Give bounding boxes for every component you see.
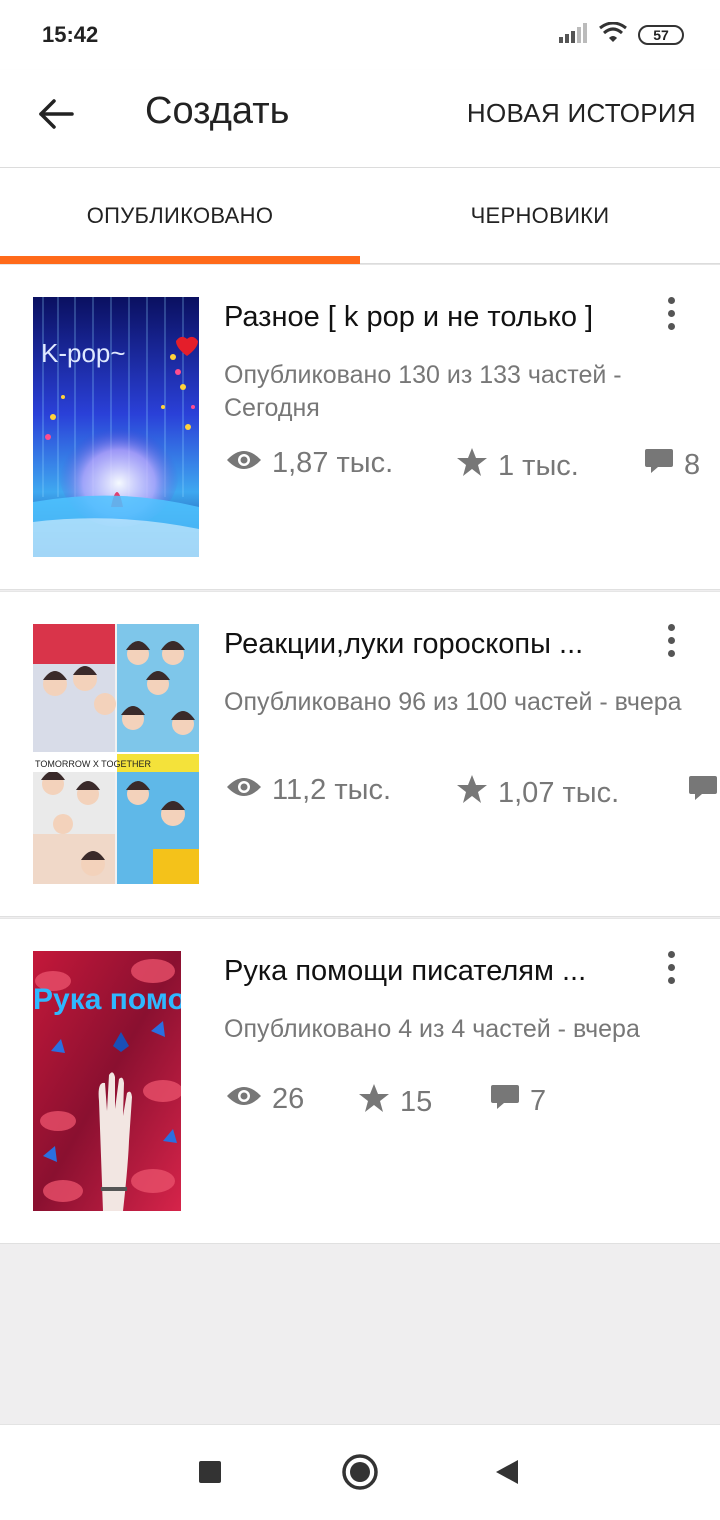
stars-stat: 1 тыс.: [456, 447, 579, 483]
more-options-button[interactable]: [656, 620, 686, 660]
status-time: 15:42: [42, 22, 99, 47]
comment-icon: [490, 1083, 520, 1119]
recent-apps-icon: [198, 1460, 222, 1489]
stars-count: 15: [400, 1085, 433, 1118]
cover-text: K-pop~: [41, 338, 126, 368]
eye-icon: [226, 1083, 262, 1116]
views-stat: 1,87 тыс.: [226, 447, 393, 480]
wifi-icon: [598, 21, 628, 49]
story-list: K-pop~ Разное [ k pop и не только ] Опуб…: [0, 264, 720, 1245]
star-icon: [456, 774, 488, 810]
tab-published[interactable]: ОПУБЛИКОВАНО: [0, 168, 360, 264]
story-card[interactable]: K-pop~ Разное [ k pop и не только ] Опуб…: [0, 264, 720, 590]
story-card[interactable]: TOMORROW X TOGETHER Реакции,луки гороско…: [0, 591, 720, 917]
more-vert-icon: [667, 296, 675, 304]
story-status: Опубликовано 130 из 133 частей - Сегодня: [224, 361, 622, 422]
cover-text: TOMORROW X TOGETHER: [35, 759, 152, 769]
more-vert-icon: [667, 623, 675, 631]
story-status: Опубликовано 96 из 100 частей - вчера: [224, 688, 682, 716]
more-options-button[interactable]: [656, 293, 686, 333]
home-button[interactable]: [335, 1449, 385, 1499]
views-stat: 11,2 тыс.: [226, 774, 391, 807]
back-button[interactable]: [28, 88, 84, 144]
new-story-button[interactable]: НОВАЯ ИСТОРИЯ: [467, 98, 696, 129]
status-icons: 57: [558, 21, 684, 49]
system-nav-bar: [0, 1424, 720, 1520]
story-cover[interactable]: Рука помощи: [33, 951, 181, 1211]
stars-count: 1,07 тыс.: [498, 776, 620, 809]
story-cover[interactable]: K-pop~: [33, 297, 199, 557]
stars-count: 1 тыс.: [498, 449, 579, 482]
views-count: 26: [272, 1083, 305, 1115]
story-stats: 1,87 тыс. 1 тыс. 8: [224, 447, 720, 483]
more-options-button[interactable]: [656, 947, 686, 987]
page-title: Создать: [145, 90, 290, 132]
star-icon: [358, 1083, 390, 1119]
story-title[interactable]: Разное [ k pop и не только ]: [224, 301, 634, 334]
comments-count: 8: [684, 448, 701, 481]
comments-stat: [688, 774, 720, 810]
views-stat: 26: [226, 1083, 304, 1116]
system-back-button[interactable]: [482, 1449, 532, 1499]
comment-icon: [688, 774, 718, 810]
stars-stat: 1,07 тыс.: [456, 774, 619, 810]
star-icon: [456, 447, 488, 483]
comments-count: 7: [530, 1084, 547, 1117]
comment-icon: [644, 447, 674, 483]
story-title[interactable]: Рука помощи писателям ...: [224, 955, 634, 988]
story-status: Опубликовано 4 из 4 частей - вчера: [224, 1015, 640, 1043]
eye-icon: [226, 774, 262, 807]
eye-icon: [226, 447, 262, 480]
cover-text: Рука помощи: [33, 983, 181, 1016]
home-icon: [341, 1453, 379, 1496]
signal-icon: [558, 22, 588, 48]
views-count: 1,87 тыс.: [272, 447, 394, 479]
back-triangle-icon: [494, 1458, 520, 1491]
battery-icon: 57: [638, 25, 684, 45]
story-stats: 26 15 7: [224, 1083, 720, 1119]
app-bar: Создать НОВАЯ ИСТОРИЯ: [0, 70, 720, 168]
arrow-back-icon: [38, 98, 74, 135]
tab-drafts[interactable]: ЧЕРНОВИКИ: [360, 168, 720, 264]
story-card[interactable]: Рука помощи Рука помощи писателям ... Оп…: [0, 918, 720, 1244]
comments-stat: 7: [490, 1083, 546, 1119]
stars-stat: 15: [358, 1083, 432, 1119]
more-vert-icon: [667, 950, 675, 958]
story-title[interactable]: Реакции,луки гороскопы ...: [224, 628, 634, 661]
status-bar: 15:42 57: [0, 0, 720, 70]
comments-stat: 8: [644, 447, 700, 483]
recent-apps-button[interactable]: [185, 1449, 235, 1499]
views-count: 11,2 тыс.: [272, 774, 392, 806]
story-stats: 11,2 тыс. 1,07 тыс.: [224, 774, 720, 810]
story-cover[interactable]: TOMORROW X TOGETHER: [33, 624, 199, 884]
tab-bar: ОПУБЛИКОВАНО ЧЕРНОВИКИ: [0, 168, 720, 264]
